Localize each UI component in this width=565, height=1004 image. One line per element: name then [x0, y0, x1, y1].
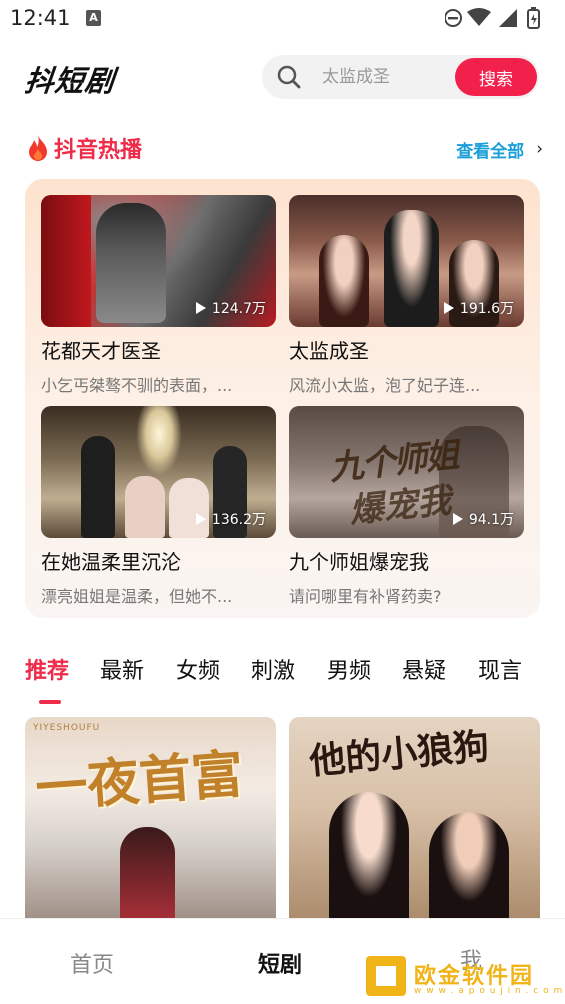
category-tabs: 推荐 最新 女频 刺激 男频 悬疑 现言	[25, 653, 545, 704]
tab-suspense[interactable]: 悬疑	[402, 653, 446, 685]
play-icon	[195, 302, 206, 314]
chevron-right-icon: ›	[536, 139, 543, 159]
hot-card-thumbnail: 136.2万	[41, 406, 276, 538]
tab-indicator	[39, 700, 61, 704]
dnd-icon	[445, 9, 462, 27]
watermark-icon	[366, 956, 406, 996]
status-bar: 12:41 A	[0, 0, 565, 38]
tab-thrill[interactable]: 刺激	[251, 653, 295, 685]
play-count: 124.7万	[195, 298, 266, 318]
nav-home[interactable]: 首页	[70, 947, 114, 979]
fire-icon	[29, 135, 47, 161]
hot-card-desc: 请问哪里有补肾药卖?	[289, 587, 442, 606]
view-all-link[interactable]: 查看全部 ›	[456, 137, 543, 162]
hot-section-title: 抖音热播	[54, 138, 143, 163]
tab-female[interactable]: 女频	[176, 653, 220, 685]
hot-card[interactable]: 136.2万 在她温柔里沉沦 漂亮姐姐是温柔，但她不...	[41, 406, 276, 607]
hot-panel: 124.7万 花都天才医圣 小乞丐桀骜不驯的表面，... 191.6万 太监成圣…	[25, 179, 540, 618]
hot-card-title: 花都天才医圣	[41, 339, 161, 363]
hot-card-desc: 漂亮姐姐是温柔，但她不...	[41, 587, 233, 606]
tab-modern-romance[interactable]: 现言	[478, 653, 522, 685]
notification-a-icon: A	[86, 10, 101, 26]
signal-icon	[499, 9, 517, 27]
hot-card-title: 太监成圣	[289, 339, 369, 363]
status-icons	[445, 7, 540, 29]
play-icon	[443, 302, 454, 314]
wifi-icon	[467, 8, 491, 26]
poster-title: 他的小狼狗	[307, 725, 491, 783]
search-bar[interactable]: 搜索	[262, 55, 539, 99]
poster-title: 一夜首富	[33, 743, 246, 820]
play-count: 136.2万	[195, 509, 266, 529]
battery-icon	[527, 7, 540, 29]
drama-poster[interactable]: 他的小狼狗	[289, 717, 540, 927]
app-screen: 12:41 A 抖短剧 搜索 抖音热播 查看全部 ›	[0, 0, 565, 1004]
nav-short-drama[interactable]: 短剧	[258, 947, 302, 979]
hot-card-thumbnail: 124.7万	[41, 195, 276, 327]
view-all-label: 查看全部	[456, 141, 525, 162]
play-count: 94.1万	[452, 509, 514, 529]
search-button[interactable]: 搜索	[455, 58, 537, 96]
play-icon	[452, 513, 463, 525]
hot-card[interactable]: 124.7万 花都天才医圣 小乞丐桀骜不驯的表面，...	[41, 195, 276, 396]
app-title: 抖短剧	[23, 64, 117, 98]
tab-male[interactable]: 男频	[327, 653, 371, 685]
tab-latest[interactable]: 最新	[100, 653, 144, 685]
hot-card-title: 九个师姐爆宠我	[289, 550, 429, 574]
watermark-logo: 欧金软件园 w w w . a p o u j i n . c o m	[366, 956, 562, 1000]
poster-subtitle: YIYESHOUFU	[33, 723, 101, 733]
hot-card-desc: 小乞丐桀骜不驯的表面，...	[41, 376, 233, 395]
hot-card[interactable]: 九个师姐 爆宠我 94.1万 九个师姐爆宠我 请问哪里有补肾药卖?	[289, 406, 524, 607]
play-count: 191.6万	[443, 298, 514, 318]
search-icon	[277, 65, 301, 89]
hot-card-thumbnail: 九个师姐 爆宠我 94.1万	[289, 406, 524, 538]
hot-card-thumbnail: 191.6万	[289, 195, 524, 327]
tab-recommend[interactable]: 推荐	[25, 653, 69, 685]
watermark-url: w w w . a p o u j i n . c o m	[414, 986, 564, 996]
drama-poster[interactable]: YIYESHOUFU 一夜首富	[25, 717, 276, 927]
poster-calligraphy: 爆宠我	[347, 480, 454, 532]
hot-card-title: 在她温柔里沉沦	[41, 550, 181, 574]
hot-card-desc: 风流小太监，泡了妃子连...	[289, 376, 481, 395]
hot-card[interactable]: 191.6万 太监成圣 风流小太监，泡了妃子连...	[289, 195, 524, 396]
play-icon	[195, 513, 206, 525]
search-input[interactable]	[322, 55, 447, 99]
status-time: 12:41	[10, 6, 71, 30]
